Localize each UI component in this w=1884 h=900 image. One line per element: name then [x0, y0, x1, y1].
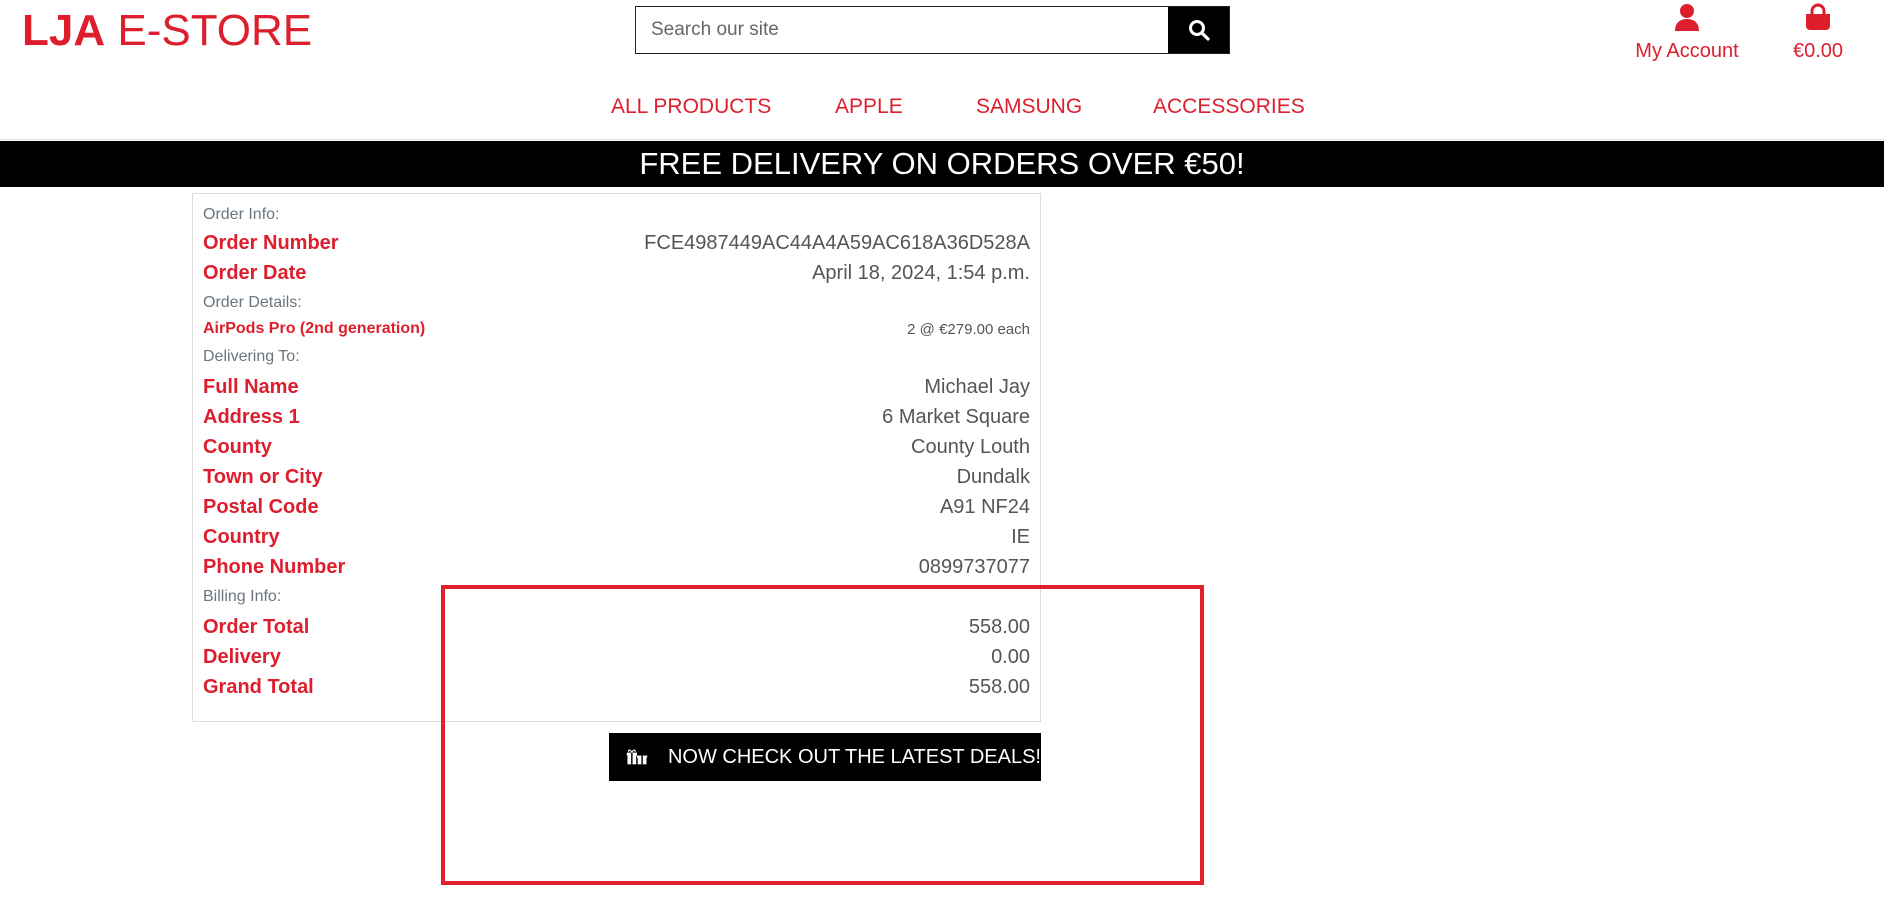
postal-code-value: A91 NF24	[939, 495, 1030, 518]
logo-bold-text: LJA	[22, 6, 106, 55]
my-account-label: My Account	[1635, 40, 1739, 62]
nav-all-products[interactable]: ALL PRODUCTS	[611, 94, 771, 120]
grand-total-row: Grand Total 558.00	[203, 672, 1030, 702]
search-form	[635, 6, 1230, 54]
postal-code-row: Postal Code A91 NF24	[203, 492, 1030, 522]
order-number-row: Order Number FCE4987449AC44A4A59AC618A36…	[203, 228, 1030, 258]
delivery-row: Delivery 0.00	[203, 642, 1030, 672]
order-total-label: Order Total	[203, 615, 310, 638]
county-value: County Louth	[911, 435, 1030, 458]
order-line-item: AirPods Pro (2nd generation) 2 @ €279.00…	[203, 316, 1030, 342]
my-account-link[interactable]: My Account	[1626, 0, 1748, 62]
latest-deals-label: NOW CHECK OUT THE LATEST DEALS!	[667, 745, 1041, 768]
county-label: County	[203, 435, 272, 458]
search-input[interactable]	[636, 7, 1168, 53]
gifts-icon	[626, 749, 648, 765]
billing-info-row: Billing Info:	[203, 584, 1030, 610]
order-number-label: Order Number	[203, 231, 339, 254]
line-item-qty-price: 2 @ €279.00 each	[907, 320, 1030, 338]
address1-value: 6 Market Square	[882, 405, 1030, 428]
country-label: Country	[203, 525, 280, 548]
header-divider	[0, 139, 1884, 140]
address1-row: Address 1 6 Market Square	[203, 402, 1030, 432]
logo-text: E-STORE	[117, 6, 313, 55]
grand-total-value: 558.00	[968, 675, 1030, 698]
order-date-label: Order Date	[203, 261, 307, 284]
town-value: Dundalk	[956, 465, 1030, 488]
order-number-value: FCE4987449AC44A4A59AC618A36D528A	[644, 231, 1030, 254]
order-summary-card: Order Info: Order Number FCE4987449AC44A…	[192, 193, 1041, 722]
free-delivery-banner: FREE DELIVERY ON ORDERS OVER €50!	[0, 141, 1884, 187]
delivering-to-row: Delivering To:	[203, 344, 1030, 370]
order-total-value: 558.00	[968, 615, 1030, 638]
country-value: IE	[1011, 525, 1030, 548]
nav-samsung[interactable]: SAMSUNG	[976, 94, 1082, 120]
search-icon	[1188, 20, 1210, 41]
shopping-bag-icon	[1806, 3, 1830, 30]
order-date-row: Order Date April 18, 2024, 1:54 p.m.	[203, 258, 1030, 288]
order-total-row: Order Total 558.00	[203, 612, 1030, 642]
user-icon	[1675, 4, 1699, 31]
phone-value: 0899737077	[918, 555, 1030, 578]
cart-link[interactable]: €0.00	[1782, 0, 1854, 62]
order-details-heading: Order Details:	[203, 294, 302, 311]
county-row: County County Louth	[203, 432, 1030, 462]
main-nav: ALL PRODUCTS APPLE SAMSUNG ACCESSORIES	[0, 94, 1884, 120]
cart-total: €0.00	[1792, 40, 1844, 62]
full-name-row: Full Name Michael Jay	[203, 372, 1030, 402]
country-row: Country IE	[203, 522, 1030, 552]
town-row: Town or City Dundalk	[203, 462, 1030, 492]
full-name-value: Michael Jay	[924, 375, 1030, 398]
order-details-row: Order Details:	[203, 290, 1030, 316]
search-button[interactable]	[1168, 7, 1229, 53]
store-logo[interactable]: LJA E-STORE	[22, 6, 312, 56]
nav-accessories[interactable]: ACCESSORIES	[1153, 94, 1305, 120]
town-label: Town or City	[203, 465, 323, 488]
latest-deals-button[interactable]: NOW CHECK OUT THE LATEST DEALS!	[609, 733, 1041, 781]
phone-row: Phone Number 0899737077	[203, 552, 1030, 582]
billing-info-heading: Billing Info:	[203, 588, 282, 605]
order-date-value: April 18, 2024, 1:54 p.m.	[812, 261, 1030, 284]
order-info-heading: Order Info:	[203, 206, 280, 223]
nav-apple[interactable]: APPLE	[835, 94, 903, 120]
order-info-row: Order Info:	[203, 202, 1030, 228]
grand-total-label: Grand Total	[203, 675, 314, 698]
phone-label: Phone Number	[203, 555, 346, 578]
address1-label: Address 1	[203, 405, 300, 428]
line-item-name: AirPods Pro (2nd generation)	[203, 320, 426, 337]
delivery-value: 0.00	[991, 645, 1030, 668]
delivering-to-heading: Delivering To:	[203, 348, 300, 365]
full-name-label: Full Name	[203, 375, 299, 398]
delivery-label: Delivery	[203, 645, 281, 668]
postal-code-label: Postal Code	[203, 495, 319, 518]
